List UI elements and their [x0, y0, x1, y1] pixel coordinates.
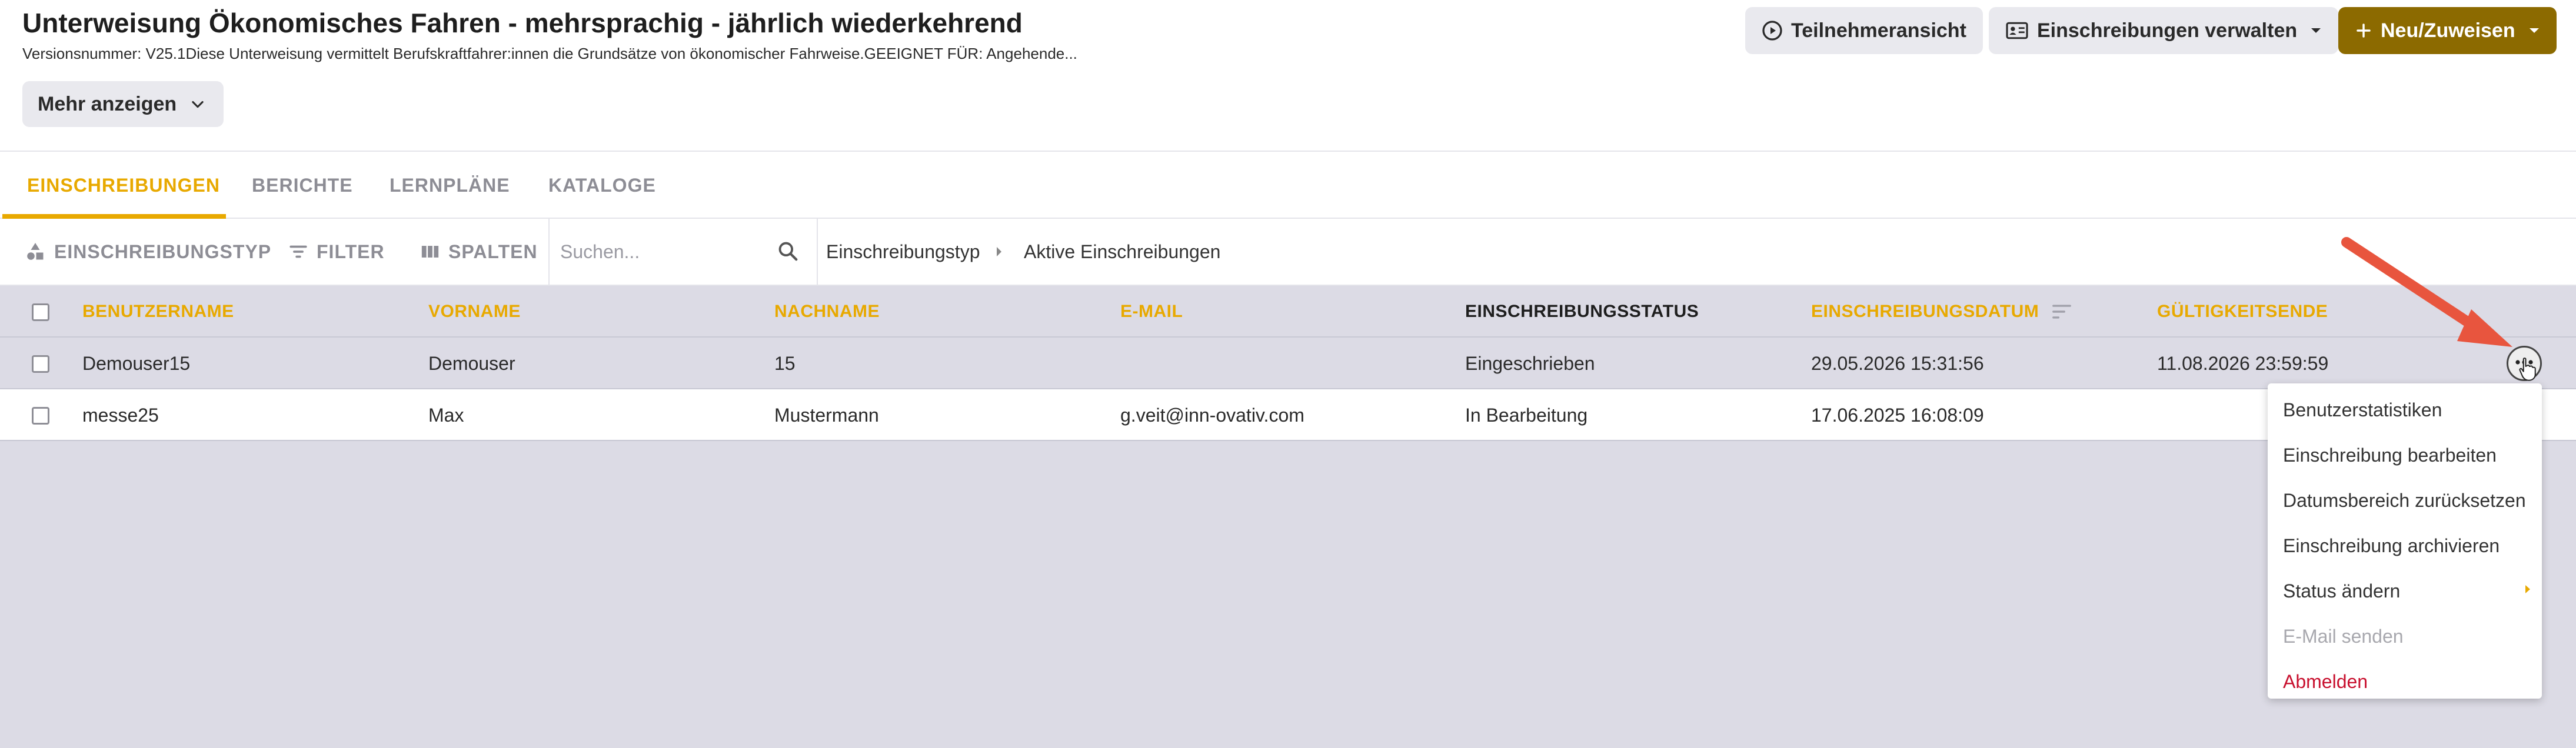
- caret-down-icon: [2528, 26, 2540, 35]
- participant-view-label: Teilnehmeransicht: [1791, 19, 1966, 42]
- cell-last-name: Mustermann: [774, 404, 879, 426]
- table-row[interactable]: Demouser15 Demouser 15 Eingeschrieben 29…: [0, 338, 2576, 389]
- shapes-icon: [25, 241, 46, 262]
- column-header-valid-until[interactable]: GÜLTIGKEITSENDE: [2157, 286, 2328, 338]
- cell-enrollment-date: 17.06.2025 16:08:09: [1811, 404, 1984, 426]
- filter-label: FILTER: [317, 241, 385, 262]
- cell-first-name: Demouser: [428, 352, 515, 374]
- row-checkbox[interactable]: [32, 355, 49, 373]
- breadcrumb-enrollment-type[interactable]: Einschreibungstyp: [826, 219, 980, 285]
- manage-enrollments-label: Einschreibungen verwalten: [2037, 19, 2298, 42]
- column-header-last-name[interactable]: NACHNAME: [774, 286, 880, 338]
- active-tab-indicator: [2, 214, 226, 219]
- cell-enrollment-status: Eingeschrieben: [1465, 352, 1595, 374]
- participant-view-button[interactable]: Teilnehmeransicht: [1745, 7, 1983, 54]
- cell-username: Demouser15: [82, 352, 191, 374]
- select-all-checkbox[interactable]: [32, 303, 49, 321]
- tab-bar: EINSCHREIBUNGEN BERICHTE LERNPLÄNE KATAL…: [0, 151, 2576, 219]
- search-input[interactable]: [560, 235, 772, 268]
- submenu-arrow-icon: [2524, 583, 2531, 598]
- columns-icon: [420, 242, 440, 262]
- cell-username: messe25: [82, 404, 159, 426]
- search-box: [548, 219, 818, 285]
- menu-item-user-statistics[interactable]: Benutzerstatistiken: [2283, 389, 2442, 430]
- menu-item-archive-enrollment[interactable]: Einschreibung archivieren: [2283, 525, 2500, 566]
- menu-item-edit-enrollment[interactable]: Einschreibung bearbeiten: [2283, 435, 2497, 476]
- manage-enrollments-button[interactable]: Einschreibungen verwalten: [1989, 7, 2339, 54]
- table-header-row: BENUTZERNAME VORNAME NACHNAME E-MAIL EIN…: [0, 286, 2576, 338]
- show-more-button[interactable]: Mehr anzeigen: [22, 81, 224, 127]
- table-toolbar: EINSCHREIBUNGSTYP FILTER SPALTEN Einschr…: [0, 219, 2576, 286]
- play-circle-icon: [1762, 20, 1783, 41]
- columns-label: SPALTEN: [448, 241, 538, 262]
- breadcrumb-active-enrollments: Aktive Einschreibungen: [1024, 241, 1221, 262]
- cell-enrollment-date: 29.05.2026 15:31:56: [1811, 352, 1984, 374]
- cell-first-name: Max: [428, 404, 464, 426]
- columns-button[interactable]: SPALTEN: [420, 219, 538, 285]
- mouse-pointer-icon: [2518, 358, 2536, 384]
- column-header-username[interactable]: BENUTZERNAME: [82, 286, 234, 338]
- column-header-enrollment-date[interactable]: EINSCHREIBUNGSDATUM: [1811, 286, 2072, 338]
- tab-enrollments[interactable]: EINSCHREIBUNGEN: [27, 152, 220, 219]
- table-row[interactable]: messe25 Max Mustermann g.veit@inn-ovativ…: [0, 389, 2576, 441]
- filter-button[interactable]: FILTER: [288, 219, 385, 285]
- id-card-icon: [2005, 21, 2029, 41]
- row-checkbox[interactable]: [32, 407, 49, 425]
- menu-item-send-email: E-Mail senden: [2283, 625, 2404, 647]
- chevron-down-icon: [189, 96, 206, 112]
- search-icon[interactable]: [777, 240, 799, 265]
- new-assign-button[interactable]: Neu/Zuweisen: [2338, 7, 2557, 54]
- column-header-email[interactable]: E-MAIL: [1120, 286, 1183, 338]
- enrollment-date-header-label: EINSCHREIBUNGSDATUM: [1811, 302, 2039, 321]
- menu-item-reset-date-range[interactable]: Datumsbereich zurücksetzen: [2283, 480, 2526, 521]
- menu-item-unenroll[interactable]: Abmelden: [2283, 661, 2368, 702]
- enrollments-table: BENUTZERNAME VORNAME NACHNAME E-MAIL EIN…: [0, 286, 2576, 748]
- cell-enrollment-status: In Bearbeitung: [1465, 404, 1588, 426]
- plus-icon: [2355, 22, 2372, 39]
- column-header-enrollment-status[interactable]: EINSCHREIBUNGSSTATUS: [1465, 286, 1699, 338]
- sort-icon[interactable]: [2052, 303, 2072, 320]
- caret-down-icon: [2310, 26, 2322, 35]
- page-title: Unterweisung Ökonomisches Fahren - mehrs…: [22, 8, 1023, 38]
- cell-last-name: 15: [774, 352, 796, 374]
- breadcrumb-separator-icon: [994, 219, 1004, 285]
- show-more-label: Mehr anzeigen: [38, 92, 177, 115]
- filter-icon: [288, 242, 308, 262]
- cell-email: g.veit@inn-ovativ.com: [1120, 404, 1304, 426]
- row-actions-menu: Benutzerstatistiken Einschreibung bearbe…: [2268, 383, 2542, 699]
- page-description: Versionsnummer: V25.1Diese Unterweisung …: [22, 45, 1077, 62]
- cell-valid-until: 11.08.2026 23:59:59: [2157, 352, 2329, 374]
- menu-item-change-status[interactable]: Status ändern: [2283, 570, 2400, 612]
- enrollment-type-label: EINSCHREIBUNGSTYP: [54, 241, 272, 262]
- tab-reports[interactable]: BERICHTE: [252, 152, 353, 219]
- new-assign-label: Neu/Zuweisen: [2381, 19, 2515, 42]
- tab-catalogs[interactable]: KATALOGE: [548, 152, 656, 219]
- page-header: Unterweisung Ökonomisches Fahren - mehrs…: [0, 0, 2576, 151]
- enrollment-type-button[interactable]: EINSCHREIBUNGSTYP: [25, 219, 271, 285]
- tab-learning-plans[interactable]: LERNPLÄNE: [390, 152, 510, 219]
- column-header-first-name[interactable]: VORNAME: [428, 286, 521, 338]
